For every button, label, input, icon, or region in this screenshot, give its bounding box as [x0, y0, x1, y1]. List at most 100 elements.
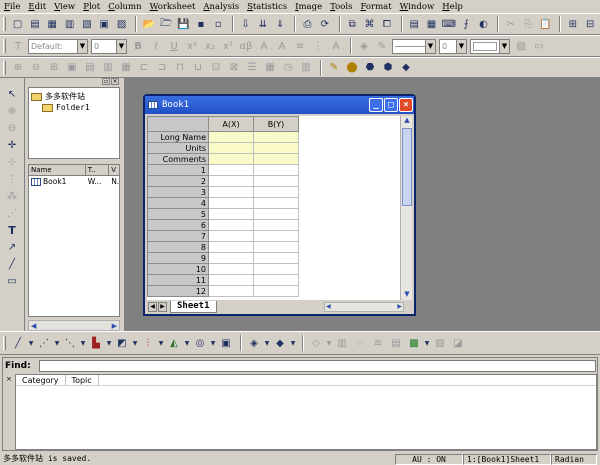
align-left-icon[interactable]: ⊏: [136, 60, 152, 76]
close-pane-icon[interactable]: ×: [6, 375, 12, 383]
chevron-down-icon[interactable]: ▼: [264, 335, 270, 351]
duplicate-icon[interactable]: ⧉: [345, 16, 360, 32]
toolbar-grip[interactable]: [3, 336, 6, 350]
data-cell[interactable]: [253, 186, 299, 198]
worksheet-vscrollbar[interactable]: ▲ ▼: [400, 116, 412, 300]
font-color-icon[interactable]: A: [328, 38, 344, 54]
color-icon[interactable]: ◐: [476, 16, 491, 32]
row-header[interactable]: Long Name: [147, 131, 209, 143]
data-cell[interactable]: [208, 208, 254, 220]
chevron-down-icon[interactable]: ▼: [290, 335, 296, 351]
paste-icon[interactable]: 📋: [538, 16, 553, 32]
data-cell[interactable]: [208, 274, 254, 286]
save-template-icon[interactable]: ▫: [211, 16, 226, 32]
scroll-up-icon[interactable]: ▲: [402, 116, 412, 126]
mask-icon[interactable]: ⬤: [344, 60, 360, 76]
back-icon[interactable]: ▦: [118, 60, 134, 76]
cut-icon[interactable]: ✂: [503, 16, 518, 32]
import-multiple-icon[interactable]: ⇊: [255, 16, 270, 32]
region-icon[interactable]: ⋰: [4, 205, 20, 221]
scroll-right-icon[interactable]: ▶: [112, 322, 117, 330]
hide-mask-icon[interactable]: ◆: [398, 60, 414, 76]
row-header[interactable]: 3: [147, 186, 209, 198]
column-header[interactable]: B(Y): [253, 116, 299, 132]
data-cell[interactable]: [208, 219, 254, 231]
scroll-down-icon[interactable]: ▼: [402, 290, 412, 300]
row-header[interactable]: 2: [147, 175, 209, 187]
zoom-out-tool-icon[interactable]: ⊖: [4, 120, 20, 136]
meta-cell[interactable]: [208, 131, 254, 143]
chevron-down-icon[interactable]: ▼: [499, 39, 509, 53]
menu-plot[interactable]: Plot: [83, 2, 100, 12]
data-cell[interactable]: [253, 164, 299, 176]
align-icon[interactable]: ≡: [292, 38, 308, 54]
layer-icon[interactable]: ⊟: [582, 16, 597, 32]
superscript-icon[interactable]: x²: [184, 38, 200, 54]
align-vcenter-icon[interactable]: ⊡: [208, 60, 224, 76]
chevron-down-icon[interactable]: ▼: [28, 335, 34, 351]
menu-file[interactable]: File: [4, 2, 20, 12]
toolbar-grip[interactable]: [3, 39, 6, 53]
data-cell[interactable]: [208, 285, 254, 297]
row-header[interactable]: 12: [147, 285, 209, 297]
row-header[interactable]: 9: [147, 252, 209, 264]
table-icon[interactable]: ▥: [298, 60, 314, 76]
menu-column[interactable]: Column: [108, 2, 141, 12]
data-cell[interactable]: [208, 197, 254, 209]
meta-cell[interactable]: [208, 142, 254, 154]
3d-surface-icon[interactable]: ◆: [272, 335, 288, 351]
highlight-icon[interactable]: ✎: [326, 60, 342, 76]
chevron-down-icon[interactable]: ▼: [158, 335, 164, 351]
chevron-down-icon[interactable]: ▼: [132, 335, 138, 351]
data-cell[interactable]: [253, 175, 299, 187]
distribute-icon[interactable]: ⋮: [310, 38, 326, 54]
swap-mask-icon[interactable]: ⬢: [380, 60, 396, 76]
clock-icon[interactable]: ◷: [280, 60, 296, 76]
line-style-select[interactable]: ▼: [392, 38, 436, 54]
grid-icon[interactable]: ▦: [262, 60, 278, 76]
meta-cell[interactable]: [253, 142, 299, 154]
area-plot-icon[interactable]: ◭: [166, 335, 182, 351]
contour-icon[interactable]: ▩: [406, 335, 422, 351]
3d-ribbon-icon[interactable]: ≋: [370, 335, 386, 351]
menu-format[interactable]: Format: [360, 2, 391, 12]
project-explorer-icon[interactable]: ⧠: [379, 16, 394, 32]
next-sheet-icon[interactable]: ▶: [158, 302, 167, 312]
arrow-tool-icon[interactable]: ↗: [4, 239, 20, 255]
row-header[interactable]: 11: [147, 274, 209, 286]
front-icon[interactable]: ▥: [100, 60, 116, 76]
refresh-icon[interactable]: ⟳: [317, 16, 332, 32]
add-layer-icon[interactable]: ⊞: [565, 16, 580, 32]
3d-plot-icon[interactable]: ◈: [246, 335, 262, 351]
rectangle-tool-icon[interactable]: ▭: [4, 273, 20, 289]
data-cell[interactable]: [253, 197, 299, 209]
chevron-down-icon[interactable]: ▼: [456, 39, 466, 53]
find-input[interactable]: [39, 360, 596, 372]
list-item[interactable]: Book1 W... N.: [29, 176, 119, 187]
book1-titlebar[interactable]: Book1 _ □ ×: [145, 96, 414, 114]
toolbar-grip[interactable]: [3, 60, 6, 75]
chevron-down-icon[interactable]: ▼: [210, 335, 216, 351]
chevron-down-icon[interactable]: ▼: [184, 335, 190, 351]
data-cell[interactable]: [253, 241, 299, 253]
rescale-icon[interactable]: ⊞: [46, 60, 62, 76]
chevron-down-icon[interactable]: ▼: [425, 39, 435, 53]
data-cell[interactable]: [253, 263, 299, 275]
menu-statistics[interactable]: Statistics: [247, 2, 287, 12]
menu-analysis[interactable]: Analysis: [203, 2, 239, 12]
polar-plot-icon[interactable]: ◎: [192, 335, 208, 351]
unmask-icon[interactable]: ⬣: [362, 60, 378, 76]
data-cell[interactable]: [253, 208, 299, 220]
data-selector-icon[interactable]: ⋮: [4, 171, 20, 187]
import-ascii-icon[interactable]: ⇩: [238, 16, 253, 32]
line-tool-icon[interactable]: ╱: [4, 256, 20, 272]
menu-help[interactable]: Help: [442, 2, 463, 12]
3d-wall-icon[interactable]: ▤: [388, 335, 404, 351]
fill-pattern-icon[interactable]: ▨: [513, 38, 529, 54]
pointer-icon[interactable]: ↖: [4, 86, 20, 102]
chevron-down-icon[interactable]: ▼: [326, 335, 332, 351]
import-wizard-icon[interactable]: ⇓: [273, 16, 288, 32]
column-header[interactable]: A(X): [208, 116, 254, 132]
italic-icon[interactable]: I: [148, 38, 164, 54]
new-project-icon[interactable]: ▢: [10, 16, 25, 32]
